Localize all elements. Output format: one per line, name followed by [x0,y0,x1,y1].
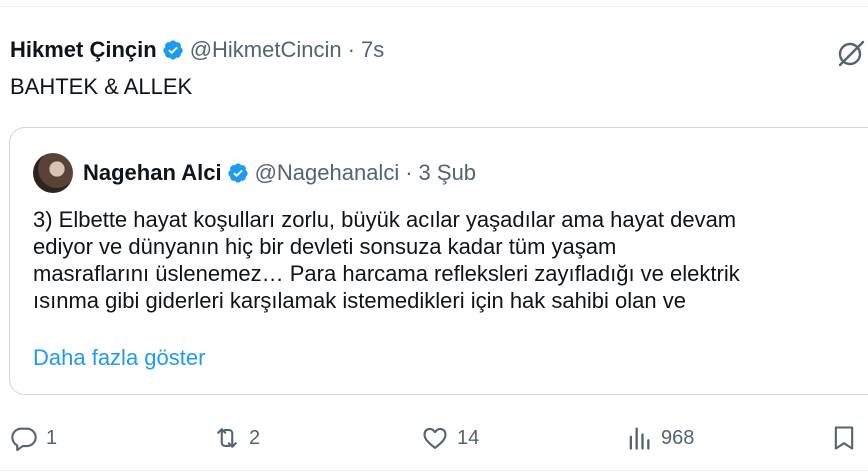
author-handle[interactable]: @HikmetCincin [190,37,342,63]
quote-text-line: 3) Elbette hayat koşulları zorlu, büyük … [33,207,737,232]
like-button[interactable]: 14 [421,420,479,456]
like-icon [423,427,447,449]
separator-dot: · [347,37,355,62]
verified-badge-icon [227,163,248,183]
views-icon [629,427,650,450]
quote-date[interactable]: 3 Şub [419,160,477,186]
views-button[interactable]: 968 [625,420,694,456]
bookmark-button[interactable] [830,420,866,456]
tweet-header: Hikmet Çinçin @HikmetCincin · 7s [10,34,384,66]
quote-author-name[interactable]: Nagehan Alci [83,160,222,186]
show-more-link[interactable]: Daha fazla göster [33,345,205,371]
quote-text-line: ediyor ve dünyanın hiç bir devleti sonsu… [33,234,617,259]
quote-header: Nagehan Alci @Nagehanalci · 3 Şub [33,151,476,195]
verified-badge-icon [163,40,183,60]
action-bar: 1 2 14 968 [0,420,868,456]
avatar[interactable] [33,153,73,193]
repost-button[interactable]: 2 [213,420,260,456]
reply-button[interactable]: 1 [10,420,57,456]
quote-author-handle[interactable]: @Nagehanalci [255,160,400,186]
repost-count: 2 [249,426,261,449]
quote-text: 3) Elbette hayat koşulları zorlu, büyük … [33,206,868,314]
view-count: 968 [661,426,695,449]
like-count: 14 [457,426,480,449]
quote-text-line: ısınma gibi giderleri karşılamak istemed… [33,288,686,313]
author-name[interactable]: Hikmet Çinçin [10,37,157,63]
bottom-divider [0,470,868,471]
tweet-time[interactable]: 7s [361,37,384,63]
bookmark-icon [834,426,854,450]
quote-text-line: masraflarını üslenemez… Para harcama ref… [33,261,740,286]
grok-icon[interactable] [836,38,866,68]
separator-dot: · [405,160,413,185]
reply-icon [11,427,37,452]
reply-count: 1 [46,426,58,449]
top-divider [0,6,868,7]
quote-card[interactable]: Nagehan Alci @Nagehanalci · 3 Şub 3) Elb… [9,127,868,395]
repost-icon [217,428,237,448]
tweet-text: BAHTEK & ALLEK [10,74,193,99]
